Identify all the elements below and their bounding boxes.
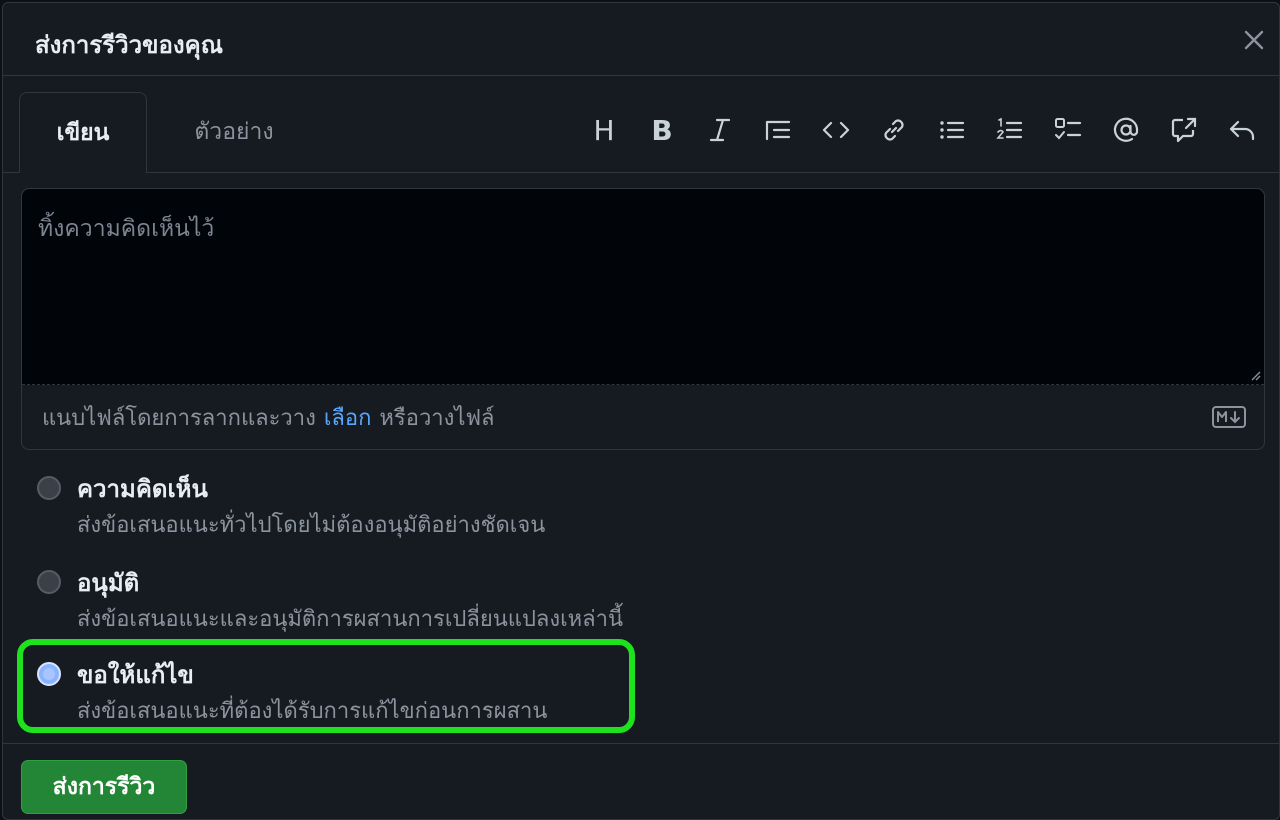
task-list-icon bbox=[1055, 118, 1082, 140]
option-title: ความคิดเห็น bbox=[77, 475, 208, 503]
code-button[interactable] bbox=[807, 106, 865, 154]
review-dialog: ส่งการรีวิวของคุณ เขียน ตัวอย่าง H B ทิ้… bbox=[2, 2, 1280, 820]
reply-icon bbox=[1229, 120, 1255, 141]
dialog-header: ส่งการรีวิวของคุณ bbox=[3, 3, 1279, 76]
comment-editor: ทิ้งความคิดเห็นไว้ แนบไฟล์โดยการลากและวา… bbox=[21, 188, 1265, 450]
link-button[interactable] bbox=[865, 106, 923, 154]
radio-request-changes[interactable] bbox=[37, 662, 61, 686]
code-icon bbox=[822, 121, 850, 139]
quote-button[interactable] bbox=[749, 106, 807, 154]
radio-comment[interactable] bbox=[37, 476, 61, 500]
cross-reference-icon bbox=[1171, 117, 1197, 143]
bold-button[interactable]: B bbox=[633, 106, 691, 154]
attach-files-bar[interactable]: แนบไฟล์โดยการลากและวาง เลือก หรือวางไฟล์ bbox=[22, 386, 1264, 448]
heading-icon: H bbox=[593, 113, 615, 147]
radio-approve[interactable] bbox=[37, 570, 61, 594]
dialog-title: ส่งการรีวิวของคุณ bbox=[35, 31, 223, 59]
task-list-button[interactable] bbox=[1039, 106, 1097, 154]
review-option-approve[interactable]: อนุมัติ ส่งข้อเสนอแนะและอนุมัติการผสานกา… bbox=[37, 563, 757, 639]
resize-handle-icon[interactable] bbox=[1249, 369, 1261, 381]
editor-tabs: เขียน ตัวอย่าง H B bbox=[3, 76, 1279, 173]
quote-icon bbox=[765, 120, 791, 141]
submit-review-button[interactable]: ส่งการรีวิว bbox=[21, 760, 187, 814]
option-description: ส่งข้อเสนอแนะที่ต้องได้รับการแก้ไขก่อนกา… bbox=[77, 699, 548, 724]
bold-icon: B bbox=[651, 113, 673, 147]
ordered-list-icon bbox=[996, 117, 1023, 139]
saved-replies-button[interactable] bbox=[1213, 106, 1271, 154]
close-icon bbox=[1244, 30, 1264, 50]
attach-suffix-text: หรือวางไฟล์ bbox=[379, 405, 495, 431]
option-description: ส่งข้อเสนอแนะทั่วไปโดยไม่ต้องอนุมัติอย่า… bbox=[77, 513, 546, 538]
attach-prefix-text: แนบไฟล์โดยการลากและวาง bbox=[42, 405, 316, 431]
review-option-comment[interactable]: ความคิดเห็น ส่งข้อเสนอแนะทั่วไปโดยไม่ต้อ… bbox=[37, 469, 757, 545]
ordered-list-button[interactable] bbox=[981, 106, 1039, 154]
heading-button[interactable]: H bbox=[575, 106, 633, 154]
choose-files-link[interactable]: เลือก bbox=[324, 400, 372, 435]
formatting-toolbar: H B bbox=[575, 104, 1271, 156]
option-title: ขอให้แก้ไข bbox=[77, 661, 194, 689]
tab-preview[interactable]: ตัวอย่าง bbox=[169, 92, 299, 172]
comment-placeholder: ทิ้งความคิดเห็นไว้ bbox=[38, 216, 215, 242]
mention-button[interactable] bbox=[1097, 106, 1155, 154]
review-option-request-changes[interactable]: ขอให้แก้ไข ส่งข้อเสนอแนะที่ต้องได้รับการ… bbox=[37, 655, 757, 731]
mention-icon bbox=[1113, 117, 1139, 142]
option-description: ส่งข้อเสนอแนะและอนุมัติการผสานการเปลี่ยน… bbox=[77, 607, 624, 632]
option-title: อนุมัติ bbox=[77, 569, 140, 597]
tab-write[interactable]: เขียน bbox=[19, 92, 147, 173]
italic-button[interactable] bbox=[691, 106, 749, 154]
markdown-icon[interactable] bbox=[1212, 406, 1246, 428]
unordered-list-button[interactable] bbox=[923, 106, 981, 154]
link-icon bbox=[884, 119, 904, 141]
italic-icon bbox=[709, 118, 731, 142]
footer-divider bbox=[3, 743, 1279, 744]
unordered-list-icon bbox=[940, 121, 965, 139]
cross-reference-button[interactable] bbox=[1155, 106, 1213, 154]
close-button[interactable] bbox=[1239, 25, 1269, 55]
comment-textarea[interactable]: ทิ้งความคิดเห็นไว้ bbox=[22, 189, 1264, 385]
